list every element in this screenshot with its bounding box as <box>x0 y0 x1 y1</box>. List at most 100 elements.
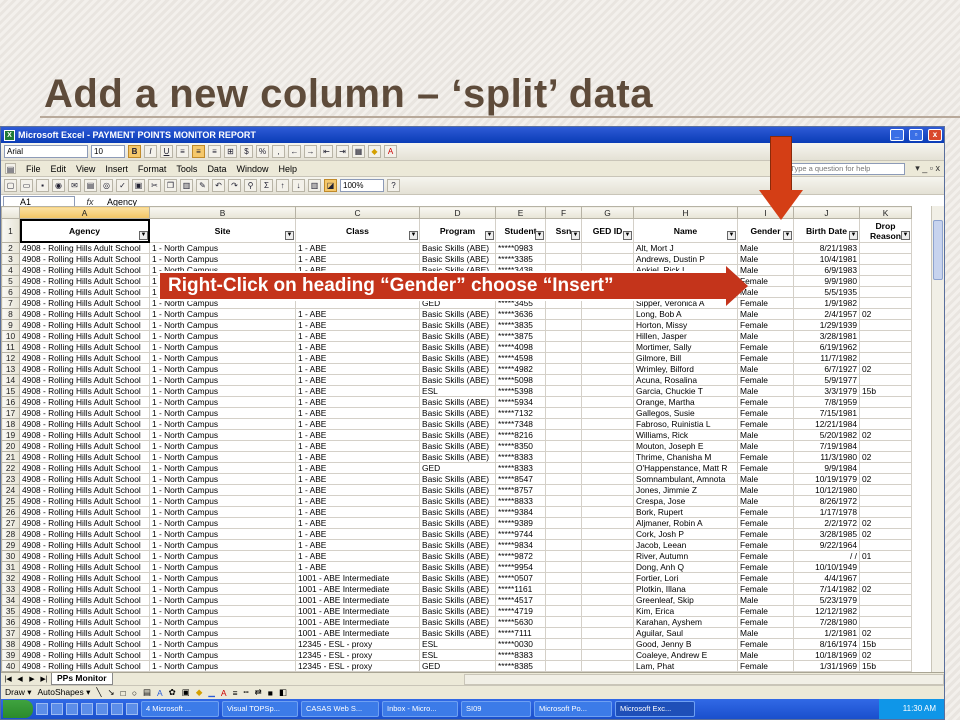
column-header-g[interactable]: G <box>581 206 634 219</box>
table-cell[interactable]: 1 - ABE <box>295 418 420 430</box>
table-cell[interactable]: 5/5/1935 <box>793 286 860 298</box>
quicklaunch-icon[interactable] <box>36 703 48 715</box>
table-cell[interactable]: 1/9/1982 <box>793 297 860 309</box>
format-painter-icon[interactable]: ✎ <box>196 179 209 192</box>
table-cell[interactable]: *****5398 <box>495 385 546 397</box>
table-cell[interactable] <box>581 473 634 485</box>
table-cell[interactable]: *****0507 <box>495 572 546 584</box>
table-cell[interactable]: Female <box>737 660 794 672</box>
table-cell[interactable] <box>545 572 582 584</box>
row-header[interactable]: 24 <box>1 484 20 496</box>
oval-icon[interactable]: ○ <box>132 688 137 698</box>
table-cell[interactable]: 1 - North Campus <box>149 638 296 650</box>
table-cell[interactable] <box>859 341 912 353</box>
table-cell[interactable]: 1001 - ABE Intermediate <box>295 605 420 617</box>
table-cell[interactable]: 1 - North Campus <box>149 484 296 496</box>
table-cell[interactable] <box>581 616 634 628</box>
table-cell[interactable]: 1 - ABE <box>295 363 420 375</box>
arrow-style-icon[interactable]: ⇄ <box>255 687 262 698</box>
table-cell[interactable]: 5/20/1982 <box>793 429 860 441</box>
help-question-input[interactable]: Type a question for help <box>787 162 906 175</box>
table-cell[interactable]: Lam, Phat <box>633 660 738 672</box>
table-cell[interactable] <box>581 462 634 474</box>
table-cell[interactable]: Male <box>737 495 794 507</box>
table-cell[interactable]: 4908 - Rolling Hills Adult School <box>19 462 150 474</box>
table-cell[interactable]: *****5098 <box>495 374 546 386</box>
field-header-cell[interactable]: Ssn ▼ <box>545 218 582 243</box>
table-cell[interactable]: Basic Skills (ABE) <box>419 396 496 408</box>
table-cell[interactable]: *****5934 <box>495 396 546 408</box>
table-cell[interactable]: 1 - ABE <box>295 407 420 419</box>
autofilter-dropdown-icon[interactable]: ▼ <box>409 231 418 240</box>
table-cell[interactable]: Male <box>737 484 794 496</box>
table-cell[interactable]: Wrimley, Bilford <box>633 363 738 375</box>
menu-help[interactable]: Help <box>278 164 297 174</box>
autoshapes-menu[interactable]: AutoShapes ▾ <box>37 687 90 698</box>
table-cell[interactable] <box>545 517 582 529</box>
table-cell[interactable]: Fortier, Lori <box>633 572 738 584</box>
table-cell[interactable] <box>581 308 634 320</box>
row-header[interactable]: 14 <box>1 374 20 386</box>
prev-sheet-icon[interactable]: ◀ <box>15 675 25 683</box>
table-cell[interactable]: Basic Skills (ABE) <box>419 330 496 342</box>
table-cell[interactable] <box>859 242 912 254</box>
table-cell[interactable]: *****3636 <box>495 308 546 320</box>
table-cell[interactable] <box>859 286 912 298</box>
table-cell[interactable]: Basic Skills (ABE) <box>419 242 496 254</box>
table-cell[interactable] <box>581 363 634 375</box>
table-cell[interactable]: 10/10/1949 <box>793 561 860 573</box>
field-header-cell[interactable]: Drop Reason ▼ <box>859 218 912 243</box>
table-cell[interactable]: 11/7/1982 <box>793 352 860 364</box>
row-header[interactable]: 33 <box>1 583 20 595</box>
table-cell[interactable]: 1 - North Campus <box>149 616 296 628</box>
font-color-icon[interactable]: A <box>384 145 397 158</box>
table-cell[interactable] <box>545 440 582 452</box>
column-header-j[interactable]: J <box>793 206 860 219</box>
table-cell[interactable]: 4908 - Rolling Hills Adult School <box>19 506 150 518</box>
table-cell[interactable]: Basic Skills (ABE) <box>419 583 496 595</box>
table-cell[interactable]: 5/9/1977 <box>793 374 860 386</box>
table-cell[interactable]: 4908 - Rolling Hills Adult School <box>19 341 150 353</box>
workbook-window-controls[interactable]: ▾ _ ▫ x <box>915 163 940 174</box>
table-cell[interactable]: *****8383 <box>495 451 546 463</box>
textbox-icon[interactable]: ▤ <box>143 687 151 698</box>
table-cell[interactable] <box>545 605 582 617</box>
table-cell[interactable]: Basic Skills (ABE) <box>419 550 496 562</box>
table-cell[interactable] <box>859 330 912 342</box>
table-cell[interactable]: 10/12/1980 <box>793 484 860 496</box>
table-cell[interactable] <box>581 627 634 639</box>
row-header[interactable]: 5 <box>1 275 20 287</box>
table-cell[interactable] <box>545 363 582 375</box>
table-cell[interactable]: 4908 - Rolling Hills Adult School <box>19 374 150 386</box>
menu-view[interactable]: View <box>76 164 95 174</box>
row-header[interactable]: 31 <box>1 561 20 573</box>
open-icon[interactable]: ▭ <box>20 179 33 192</box>
table-cell[interactable]: 4908 - Rolling Hills Adult School <box>19 572 150 584</box>
table-cell[interactable]: 1 - ABE <box>295 440 420 452</box>
column-header-e[interactable]: E <box>495 206 546 219</box>
table-cell[interactable]: 4908 - Rolling Hills Adult School <box>19 363 150 375</box>
table-cell[interactable]: *****7111 <box>495 627 546 639</box>
row-header[interactable]: 11 <box>1 341 20 353</box>
table-cell[interactable]: *****9834 <box>495 539 546 551</box>
column-header-k[interactable]: K <box>859 206 912 219</box>
row-header[interactable]: 3 <box>1 253 20 265</box>
permission-icon[interactable]: ◉ <box>52 179 65 192</box>
table-cell[interactable] <box>859 484 912 496</box>
table-cell[interactable]: Male <box>737 253 794 265</box>
table-cell[interactable]: 1 - ABE <box>295 308 420 320</box>
row-header[interactable]: 38 <box>1 638 20 650</box>
table-cell[interactable]: Male <box>737 429 794 441</box>
table-cell[interactable]: Basic Skills (ABE) <box>419 517 496 529</box>
table-cell[interactable]: 4908 - Rolling Hills Adult School <box>19 396 150 408</box>
menu-insert[interactable]: Insert <box>105 164 128 174</box>
table-cell[interactable]: 1 - North Campus <box>149 440 296 452</box>
table-cell[interactable]: 15b <box>859 385 912 397</box>
table-cell[interactable]: O'Happenstance, Matt R <box>633 462 738 474</box>
table-cell[interactable] <box>581 649 634 661</box>
table-cell[interactable]: 02 <box>859 649 912 661</box>
autosum-button[interactable]: Σ <box>260 179 273 192</box>
table-cell[interactable]: 7/15/1981 <box>793 407 860 419</box>
help-icon[interactable]: ? <box>387 179 400 192</box>
table-cell[interactable]: Kim, Erica <box>633 605 738 617</box>
